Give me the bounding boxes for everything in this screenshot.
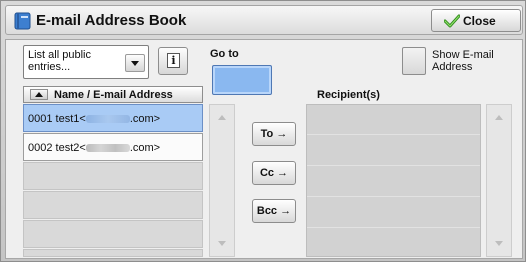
recipient-row [307, 105, 480, 135]
list-item[interactable]: 0002 test2< .com> [23, 133, 203, 161]
entry-name: test1< [55, 113, 86, 125]
address-book-window: E-mail Address Book Close List all publi… [0, 0, 526, 262]
redacted-address [85, 115, 130, 124]
empty-list-row [23, 249, 203, 257]
recipient-row [307, 167, 480, 197]
entry-domain: .com> [129, 142, 161, 154]
info-icon: i [167, 53, 180, 68]
to-button[interactable]: To → [252, 122, 296, 146]
title-bar: E-mail Address Book Close [5, 5, 523, 35]
empty-list-row [23, 191, 203, 219]
window-title: E-mail Address Book [36, 12, 187, 29]
cc-button[interactable]: Cc → [252, 161, 296, 185]
entry-name: test2< [55, 142, 86, 154]
recipient-row [307, 198, 480, 228]
recipient-row [307, 229, 480, 259]
info-button[interactable]: i [158, 47, 188, 75]
checkmark-icon [444, 14, 460, 28]
redacted-address [85, 144, 130, 153]
entry-filter-select[interactable]: List all public entries... [23, 45, 149, 79]
show-email-checkbox[interactable] [402, 47, 426, 75]
entry-list-scrollbar[interactable] [209, 104, 235, 257]
list-item[interactable]: 0001 test1< .com> [23, 104, 203, 132]
empty-list-row [23, 220, 203, 248]
show-email-label: Show E-mail Address [432, 49, 494, 73]
scroll-up-icon [218, 115, 226, 120]
bcc-button[interactable]: Bcc → [252, 199, 296, 223]
recipient-row [307, 136, 480, 166]
scroll-down-icon [218, 241, 226, 246]
recipients-header: Recipient(s) [317, 89, 380, 101]
close-button[interactable]: Close [431, 9, 521, 32]
address-book-icon [14, 12, 31, 30]
recipients-scrollbar[interactable] [486, 104, 512, 257]
filter-selected-value: List all public entries... [28, 49, 91, 73]
sort-up-icon [35, 92, 43, 97]
scroll-up-icon [495, 115, 503, 120]
entry-number: 0002 [28, 142, 53, 154]
column-header-label: Name / E-mail Address [54, 89, 173, 101]
goto-label: Go to [210, 48, 239, 60]
close-label: Close [463, 14, 496, 28]
recipients-list [306, 104, 481, 257]
name-column-header[interactable]: Name / E-mail Address [23, 86, 203, 103]
entry-number: 0001 [28, 113, 53, 125]
entry-domain: .com> [129, 113, 161, 125]
main-panel: List all public entries... i Go to Show … [5, 39, 523, 259]
scroll-down-icon [495, 241, 503, 246]
empty-list-row [23, 162, 203, 190]
chevron-down-icon [131, 61, 139, 66]
dropdown-arrow-button[interactable] [125, 54, 145, 72]
goto-field[interactable] [212, 65, 272, 95]
sort-ascending-button[interactable] [30, 89, 48, 100]
